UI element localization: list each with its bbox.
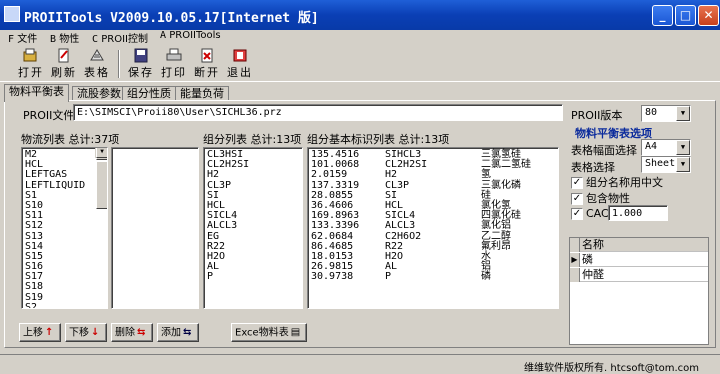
arrow-up-icon: ↑ (45, 327, 54, 338)
close-button[interactable]: ✕ (698, 5, 719, 26)
excel-export-button[interactable]: Exce物料表 ▤ (231, 323, 307, 342)
tab-energy-duty[interactable]: 能量负荷 (175, 86, 229, 101)
minimize-button[interactable]: _ (652, 5, 673, 26)
save-button[interactable]: 保存 (126, 48, 156, 80)
excel-icon: ▤ (290, 327, 301, 338)
check-icon: ✓ (571, 208, 583, 220)
app-icon (4, 6, 20, 22)
cell-name: 氯化铝 (481, 220, 511, 232)
title-bar: PROIITools V2009.10.05.17[Internet 版] _ … (0, 0, 720, 30)
delete-icon: ⇆ (137, 327, 146, 338)
menu-proii-control[interactable]: C PROII控制 (92, 30, 148, 45)
save-icon (134, 48, 148, 63)
open-icon (23, 48, 37, 62)
chevron-down-icon[interactable]: ▼ (676, 106, 690, 121)
toolbar: 打开 刷新 表格 保存 打印 断开 退出 (0, 46, 720, 82)
disconnect-button[interactable]: 断开 (192, 48, 222, 80)
list-item[interactable]: CL2H2SI (207, 159, 299, 170)
stream-list-scrollbar[interactable]: ▲ ▼ (95, 148, 107, 209)
add-button[interactable]: 添加 ⇆ (157, 323, 199, 342)
print-button[interactable]: 打印 (159, 48, 189, 80)
row-pointer-icon: ▶ (570, 253, 580, 267)
add-icon: ⇆ (183, 327, 192, 338)
list-item[interactable]: 133.3396 ALCL3 氯化铝 (311, 221, 555, 231)
chevron-down-icon[interactable]: ▼ (676, 157, 690, 172)
cac-checkbox[interactable]: ✓ CAC (571, 207, 609, 221)
list-item[interactable]: H2O (207, 251, 299, 262)
sheet-select[interactable]: Sheet1 ▼ (641, 156, 691, 173)
cell-id: P (385, 271, 392, 283)
proii-version-label: PROII版本 (571, 109, 623, 122)
stream-list[interactable]: M2 HCL LEFTGAS LEFTLIQUID S1 S10 S11 S12 S13 S14 S… (21, 147, 108, 309)
cell-mw: 30.9738 (311, 271, 354, 283)
list-item[interactable]: S12 (25, 221, 104, 231)
chevron-down-icon[interactable]: ▼ (676, 140, 690, 155)
list-item[interactable]: AL (207, 261, 299, 272)
maximize-button[interactable]: □ (675, 5, 696, 26)
chinese-names-checkbox[interactable]: ✓ 组分名称用中文 (571, 176, 663, 190)
exit-button[interactable]: 退出 (225, 48, 255, 80)
size-select-label: 表格幅面选择 (571, 144, 637, 157)
tab-material-balance[interactable]: 物料平衡表 (4, 84, 69, 102)
cell-name: 磷 (481, 271, 491, 283)
delete-button[interactable]: 删除 ⇆ (111, 323, 153, 342)
toolbar-separator (118, 50, 120, 78)
selected-stream-list[interactable] (111, 147, 199, 309)
window-title: PROIITools V2009.10.05.17[Internet 版] (24, 11, 319, 26)
refresh-button[interactable]: 刷新 (49, 48, 79, 80)
size-select[interactable]: A4 ▼ (641, 139, 691, 156)
cell-id: ALCL3 (385, 220, 416, 232)
list-item[interactable]: 101.0068 CL2H2SI 二氯二氢硅 (311, 159, 555, 170)
printer-icon (166, 48, 182, 61)
include-props-checkbox[interactable]: ✓ 包含物性 (571, 192, 630, 206)
component-list-label: 组分列表 总计:13项 (203, 133, 302, 146)
check-icon: ✓ (571, 177, 583, 189)
status-bar: 维维软件版权所有. htcsoft@tom.com (0, 354, 720, 374)
open-button[interactable]: 打开 (16, 48, 46, 80)
scroll-thumb[interactable] (96, 161, 107, 209)
status-text: 维维软件版权所有. htcsoft@tom.com (524, 363, 700, 374)
menu-bar: F 文件 B 物性 C PROII控制 A PROIITools (0, 30, 720, 45)
proii-file-input[interactable]: E:\SIMSCI\Proii80\User\SICHL36.prz (73, 104, 563, 121)
menu-proiitools[interactable]: A PROIITools (160, 30, 221, 41)
refresh-icon (58, 48, 69, 63)
list-item[interactable]: 30.9738 P 磷 (311, 272, 555, 282)
check-icon: ✓ (571, 193, 583, 205)
menu-file[interactable]: F 文件 (8, 30, 37, 45)
list-item[interactable]: S2 (25, 302, 104, 308)
list-item[interactable]: P (207, 272, 299, 282)
component-list[interactable]: CL3HSI CL2H2SI H2 CL3P SI HCL SICL4 ALCL3 EG R22 H… (203, 147, 303, 309)
table-button[interactable]: 表格 (82, 48, 112, 80)
arrow-down-icon: ↓ (91, 327, 100, 338)
list-item[interactable]: ALCL3 (207, 221, 299, 231)
proii-file-label: PROII文件 (23, 109, 75, 122)
disconnect-icon (201, 48, 213, 63)
move-down-button[interactable]: 下移 ↓ (65, 323, 107, 342)
menu-property[interactable]: B 物性 (50, 30, 79, 45)
main-window: PROIITools V2009.10.05.17[Internet 版] _ … (0, 0, 720, 374)
grid-row[interactable]: 仲醛 (570, 268, 708, 282)
name-grid[interactable]: 名称 ▶ 磷 仲醛 (569, 237, 709, 345)
tab-stream-params[interactable]: 流股参数 (72, 86, 126, 101)
table-icon (90, 49, 104, 61)
move-up-button[interactable]: 上移 ↑ (19, 323, 61, 342)
proii-version-select[interactable]: 80 ▼ (641, 105, 691, 122)
component-info-list[interactable]: 135.4516 SIHCL3 三氯氢硅 101.0068 CL2H2SI 二氯二氢硅 2.… (307, 147, 559, 309)
material-balance-panel: PROII文件 E:\SIMSCI\Proii80\User\SICHL36.p… (4, 100, 716, 348)
cac-input[interactable]: 1.000 (608, 205, 668, 221)
exit-icon (233, 49, 247, 62)
sheet-select-label: 表格选择 (571, 161, 615, 174)
list-item[interactable]: CL3P (207, 180, 299, 191)
component-info-label: 组分基本标识列表 总计:13项 (307, 133, 450, 146)
grid-row[interactable]: ▶ 磷 (570, 253, 708, 267)
scroll-down-icon[interactable]: ▼ (96, 148, 107, 159)
stream-list-label: 物流列表 总计:37项 (21, 133, 120, 146)
grid-header: 名称 (570, 238, 708, 252)
cell-mw: 133.3396 (311, 220, 360, 232)
tab-component-props[interactable]: 组分性质 (122, 86, 176, 101)
